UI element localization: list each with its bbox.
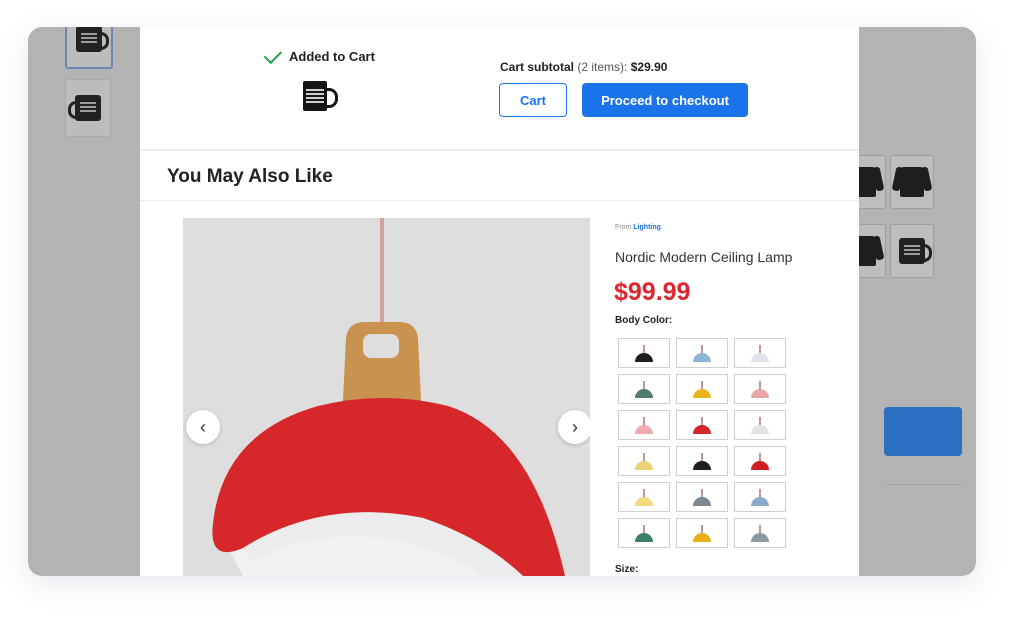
divider	[140, 200, 859, 201]
subtotal-label: Cart subtotal	[500, 60, 575, 74]
product-price: $99.99	[614, 278, 691, 306]
lamp-icon	[751, 381, 769, 398]
color-swatch[interactable]	[618, 482, 670, 512]
chevron-right-icon: ›	[572, 416, 578, 437]
subtotal-amount: $29.90	[630, 60, 668, 74]
recommendations-heading: You May Also Like	[167, 166, 333, 187]
color-swatch[interactable]	[676, 374, 728, 404]
color-swatch[interactable]	[734, 374, 786, 404]
lamp-icon	[635, 381, 653, 398]
lamp-icon	[693, 381, 711, 398]
added-product-thumbnail	[303, 81, 338, 111]
size-label: Size:	[615, 564, 639, 575]
color-swatch[interactable]	[676, 410, 728, 440]
lamp-icon	[693, 525, 711, 542]
category-prefix: From	[615, 224, 632, 231]
color-swatch[interactable]	[618, 338, 670, 368]
lamp-icon	[751, 345, 769, 362]
thumbnail-mug-front[interactable]	[65, 27, 113, 69]
lamp-icon	[751, 417, 769, 434]
product-name[interactable]: Nordic Modern Ceiling Lamp	[615, 249, 792, 265]
background-add-button[interactable]	[884, 407, 962, 456]
color-swatch[interactable]	[618, 446, 670, 476]
cart-subtotal: Cart subtotal (2 items): $29.90	[500, 60, 667, 74]
next-image-button[interactable]: ›	[558, 410, 590, 444]
previous-image-button[interactable]: ‹	[186, 410, 220, 444]
lamp-icon	[693, 417, 711, 434]
variant-longsleeve[interactable]	[890, 155, 934, 209]
product-category: From Lighting	[615, 224, 661, 231]
thumbnail-mug-side[interactable]	[65, 79, 111, 137]
longsleeve-icon	[900, 167, 924, 197]
lamp-icon	[693, 345, 711, 362]
color-swatch[interactable]	[618, 374, 670, 404]
divider	[140, 149, 859, 151]
checkmark-icon	[263, 45, 283, 64]
cart-button[interactable]: Cart	[499, 83, 567, 117]
proceed-to-checkout-button[interactable]: Proceed to checkout	[582, 83, 748, 117]
color-swatch[interactable]	[734, 410, 786, 440]
lamp-icon	[635, 453, 653, 470]
color-swatch[interactable]	[734, 446, 786, 476]
lamp-icon	[751, 489, 769, 506]
lamp-icon	[635, 345, 653, 362]
color-swatch[interactable]	[618, 410, 670, 440]
color-swatch[interactable]	[676, 518, 728, 548]
color-swatch[interactable]	[618, 518, 670, 548]
body-color-label: Body Color:	[615, 315, 673, 326]
category-link[interactable]: Lighting	[633, 224, 661, 231]
color-swatch[interactable]	[734, 338, 786, 368]
body-color-swatches	[618, 338, 786, 548]
lamp-icon	[751, 453, 769, 470]
lamp-icon	[693, 453, 711, 470]
color-swatch[interactable]	[734, 482, 786, 512]
divider	[886, 484, 962, 485]
color-swatch[interactable]	[676, 446, 728, 476]
added-to-cart-label: Added to Cart	[289, 49, 375, 64]
lamp-icon	[635, 525, 653, 542]
added-to-cart-modal: Added to Cart Cart subtotal (2 items): $…	[140, 27, 859, 576]
chevron-left-icon: ‹	[200, 416, 206, 437]
ceiling-lamp-illustration	[183, 218, 590, 576]
subtotal-items: (2 items):	[577, 60, 628, 74]
lamp-icon	[635, 489, 653, 506]
variant-mug[interactable]	[890, 224, 934, 278]
lamp-icon	[693, 489, 711, 506]
added-to-cart-status: Added to Cart	[263, 45, 375, 64]
lamp-icon	[635, 417, 653, 434]
mug-icon	[68, 95, 101, 121]
lamp-icon	[751, 525, 769, 542]
color-swatch[interactable]	[734, 518, 786, 548]
product-image: ‹ ›	[183, 218, 590, 576]
mug-icon	[76, 27, 109, 52]
color-swatch[interactable]	[676, 482, 728, 512]
mug-icon	[899, 238, 932, 264]
color-swatch[interactable]	[676, 338, 728, 368]
